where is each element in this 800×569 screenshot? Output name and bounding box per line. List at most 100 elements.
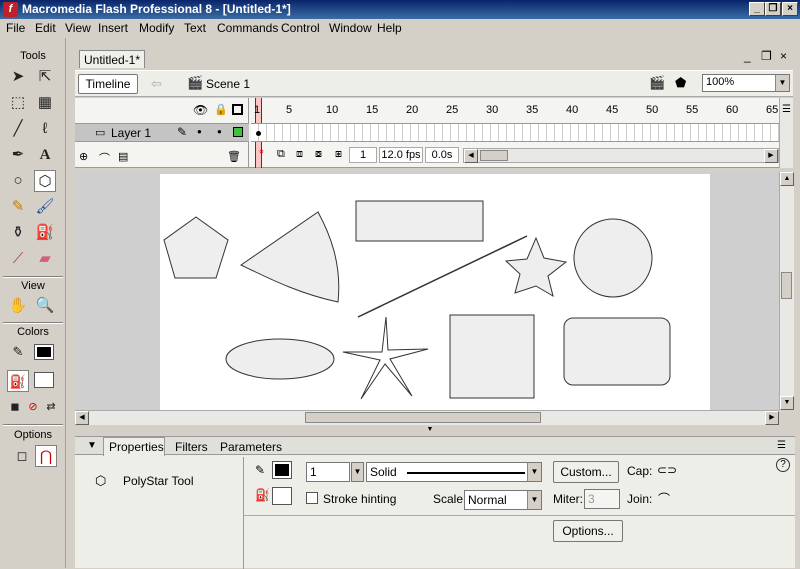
eraser-tool-icon[interactable]: ▰ [34,248,56,270]
lasso-tool-icon[interactable]: ℓ [34,118,56,140]
vscroll-thumb[interactable] [781,272,792,299]
polystar-tool-icon[interactable]: ⬡ [34,170,56,192]
menu-window[interactable]: Window [329,21,372,35]
scale-select[interactable]: Normal ▼ [464,490,542,510]
menu-control[interactable]: Control [281,21,320,35]
doc-restore-icon[interactable]: ❐ [761,49,772,63]
stage-area[interactable] [75,172,779,410]
timeline-hscroll[interactable]: ◀ ▶ [463,148,779,163]
visible-dot-icon[interactable]: ● [197,127,202,136]
props-fill-swatch[interactable] [272,487,292,505]
scroll-right-icon[interactable]: ▶ [765,411,779,425]
tab-filters[interactable]: Filters [175,440,208,454]
frames-row[interactable] [251,123,779,142]
fill-color-swatch[interactable] [34,372,54,388]
gradient-transform-tool-icon[interactable]: ▦ [34,92,56,114]
join-style-icon[interactable]: ⌒ [658,490,670,507]
scroll-left-icon[interactable]: ◀ [464,149,478,163]
swap-colors-icon[interactable]: ⇄ [40,396,62,418]
panel-collapse-icon[interactable]: ▼ [87,440,97,451]
ink-bottle-tool-icon[interactable]: ⚱ [7,222,29,244]
stroke-height-dropdown-icon[interactable]: ▼ [351,462,364,482]
scroll-left-icon[interactable]: ◀ [75,411,89,425]
help-icon[interactable]: ? [776,458,790,472]
menu-text[interactable]: Text [184,21,206,35]
insert-folder-icon[interactable]: ▤ [118,150,128,163]
timeline-vscroll[interactable]: ☰ [779,98,793,168]
brush-tool-icon[interactable]: 🖌 [34,196,56,218]
edit-symbols-icon[interactable]: ⬟ [675,75,686,91]
free-transform-tool-icon[interactable]: ⬚ [7,92,29,114]
lock-icon[interactable]: 🔒 [214,103,228,116]
document-tab[interactable]: Untitled-1* [79,50,145,68]
edit-multiple-frames-icon[interactable]: ⧇ [315,148,322,161]
frame-rate[interactable]: 12.0 fps [379,147,423,163]
minimize-button[interactable]: _ [749,2,765,16]
props-stroke-swatch[interactable] [272,461,292,479]
scroll-up-icon[interactable]: ▲ [780,172,794,186]
snap-magnet-icon[interactable]: ⋂ [35,445,57,467]
scroll-right-icon[interactable]: ▶ [764,149,778,163]
line-tool-icon[interactable]: ╱ [7,118,29,140]
layer-outline-color[interactable] [233,127,243,137]
menu-commands[interactable]: Commands [217,21,278,35]
zoom-tool-icon[interactable]: 🔍 [34,295,56,317]
edit-scene-icon[interactable]: 🎬 [649,75,665,91]
stroke-hinting-checkbox[interactable] [306,492,318,504]
timeline-button[interactable]: Timeline [78,74,138,94]
stroke-color-swatch[interactable] [34,344,54,360]
back-arrow-icon[interactable]: ⇦ [151,76,162,92]
tab-parameters[interactable]: Parameters [220,440,282,454]
onion-outlines-icon[interactable]: ⧈ [296,148,303,161]
selection-tool-icon[interactable]: ➤ [7,66,29,88]
paint-bucket-tool-icon[interactable]: ⛽ [34,222,56,244]
stroke-height-input[interactable]: 1 [306,462,350,482]
panel-menu-icon[interactable]: ☰ [777,440,786,451]
collapse-panel-icon[interactable]: ▼ [410,426,450,434]
pen-tool-icon[interactable]: ✒ [7,144,29,166]
stage-vscroll[interactable]: ▲ ▼ [779,172,794,410]
delete-layer-icon[interactable]: 🗑 [227,150,241,163]
cap-style-icon[interactable]: ⊂⊃ [657,463,677,477]
options-button[interactable]: Options... [553,520,623,542]
doc-close-icon[interactable]: × [780,49,787,63]
menu-view[interactable]: View [65,21,91,35]
insert-layer-icon[interactable]: ⊕ [79,150,88,163]
menu-file[interactable]: File [6,21,25,35]
menu-help[interactable]: Help [377,21,402,35]
scroll-down-icon[interactable]: ▼ [780,396,794,410]
object-drawing-icon[interactable]: ◻ [11,445,33,467]
eyedropper-tool-icon[interactable]: ⟋ [7,248,29,270]
timeline-menu-icon[interactable]: ☰ [782,104,791,115]
close-button[interactable]: × [782,2,798,16]
menu-modify[interactable]: Modify [139,21,174,35]
stage[interactable] [160,174,710,410]
menu-edit[interactable]: Edit [35,21,56,35]
add-motion-guide-icon[interactable]: ⌒ [99,150,110,166]
restore-button[interactable]: ❐ [765,2,781,16]
center-frame-icon[interactable]: ⫯ [259,148,264,161]
oval-tool-icon[interactable]: ○ [7,170,29,192]
onion-markers-icon[interactable]: ⧆ [335,148,342,161]
lock-dot-icon[interactable]: ● [217,127,222,136]
stage-hscroll[interactable]: ◀ ▶ [75,410,779,425]
onion-skin-icon[interactable]: ⧉ [277,148,285,161]
zoom-select[interactable]: 100% ▼ [702,74,790,92]
hand-tool-icon[interactable]: ✋ [7,295,29,317]
doc-minimize-icon[interactable]: _ [744,49,751,63]
frames-ruler[interactable]: 1 5 10 15 20 25 30 35 40 45 50 55 60 65 [251,98,779,168]
hscroll-thumb[interactable] [305,412,541,423]
tab-properties[interactable]: Properties [109,440,164,454]
subselection-tool-icon[interactable]: ⇱ [34,66,56,88]
outline-icon[interactable] [232,104,243,115]
stroke-style-select[interactable]: Solid ▼ [366,462,542,482]
show-hide-eye-icon[interactable]: 👁 [193,103,208,117]
keyframe-marker[interactable] [256,131,261,136]
miter-input[interactable]: 3 [584,489,620,509]
pencil-tool-icon[interactable]: ✎ [7,196,29,218]
layer-row[interactable]: ▭ Layer 1 ✎ ● ● [75,123,249,142]
text-tool-icon[interactable]: A [34,144,56,166]
menu-insert[interactable]: Insert [98,21,128,35]
scroll-thumb[interactable] [480,150,508,161]
custom-button[interactable]: Custom... [553,461,619,483]
